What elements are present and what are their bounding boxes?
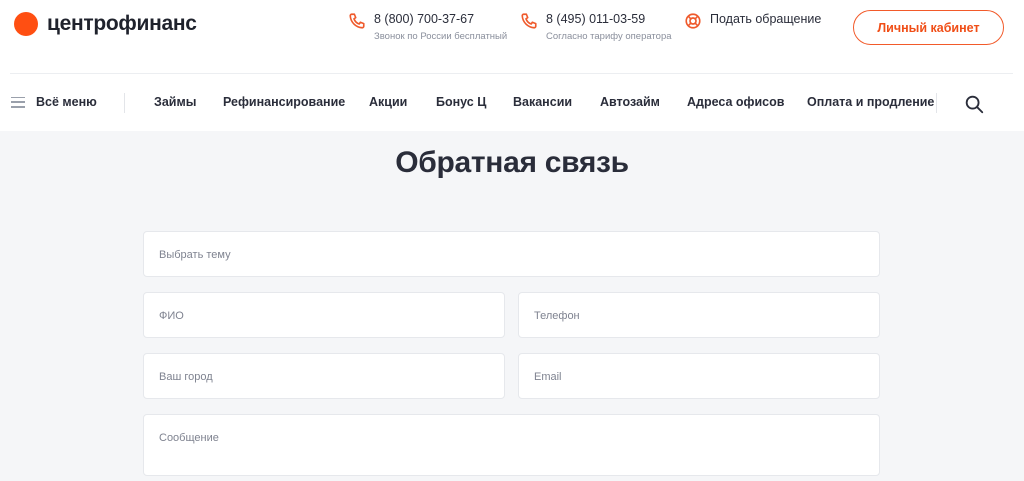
phone-number[interactable]: 8 (495) 011-03-59 [546, 12, 672, 27]
nav-item-promotions[interactable]: Акции [369, 95, 407, 109]
all-menu-label: Всё меню [36, 95, 97, 109]
appeal-label: Подать обращение [710, 12, 822, 26]
logo-mark-icon [14, 12, 38, 36]
lifebuoy-icon [685, 13, 701, 29]
nav-item-payment[interactable]: Оплата и продление [807, 95, 934, 109]
nav-item-bonus[interactable]: Бонус Ц [436, 95, 486, 109]
main-navigation: Всё меню Займы Рефинансирование Акции Бо… [0, 74, 1024, 131]
phone-icon [349, 13, 365, 29]
search-icon[interactable] [963, 93, 985, 115]
contact-moscow-phone[interactable]: 8 (495) 011-03-59 Согласно тарифу операт… [520, 12, 672, 44]
topic-select[interactable]: Выбрать тему [143, 231, 880, 277]
email-field[interactable]: Email [518, 353, 880, 399]
site-logo[interactable]: центрофинанс [14, 12, 197, 36]
logo-text: центрофинанс [47, 12, 197, 35]
nav-item-vacancies[interactable]: Вакансии [513, 95, 572, 109]
all-menu-button[interactable]: Всё меню [11, 95, 97, 109]
site-header: центрофинанс 8 (800) 700-37-67 Звонок по… [0, 0, 1024, 74]
phone-field[interactable]: Телефон [518, 292, 880, 338]
nav-separator [936, 93, 937, 113]
phone-number[interactable]: 8 (800) 700-37-67 [374, 12, 507, 27]
phone-icon [521, 13, 537, 29]
phone-note: Звонок по России бесплатный [374, 31, 508, 42]
submit-appeal-link[interactable]: Подать обращение [684, 12, 821, 30]
phone-note: Согласно тарифу оператора [546, 31, 672, 42]
message-textarea[interactable]: Сообщение [143, 414, 880, 476]
hamburger-icon [11, 96, 25, 108]
nav-item-loans[interactable]: Займы [154, 95, 196, 109]
nav-item-auto-loan[interactable]: Автозайм [600, 95, 660, 109]
contact-free-phone[interactable]: 8 (800) 700-37-67 Звонок по России беспл… [348, 12, 507, 44]
full-name-field[interactable]: ФИО [143, 292, 505, 338]
city-field[interactable]: Ваш город [143, 353, 505, 399]
nav-item-office-addresses[interactable]: Адреса офисов [687, 95, 784, 109]
nav-separator [124, 93, 125, 113]
page-title: Обратная связь [395, 146, 629, 179]
personal-account-button[interactable]: Личный кабинет [853, 10, 1004, 45]
nav-item-refinancing[interactable]: Рефинансирование [223, 95, 345, 109]
